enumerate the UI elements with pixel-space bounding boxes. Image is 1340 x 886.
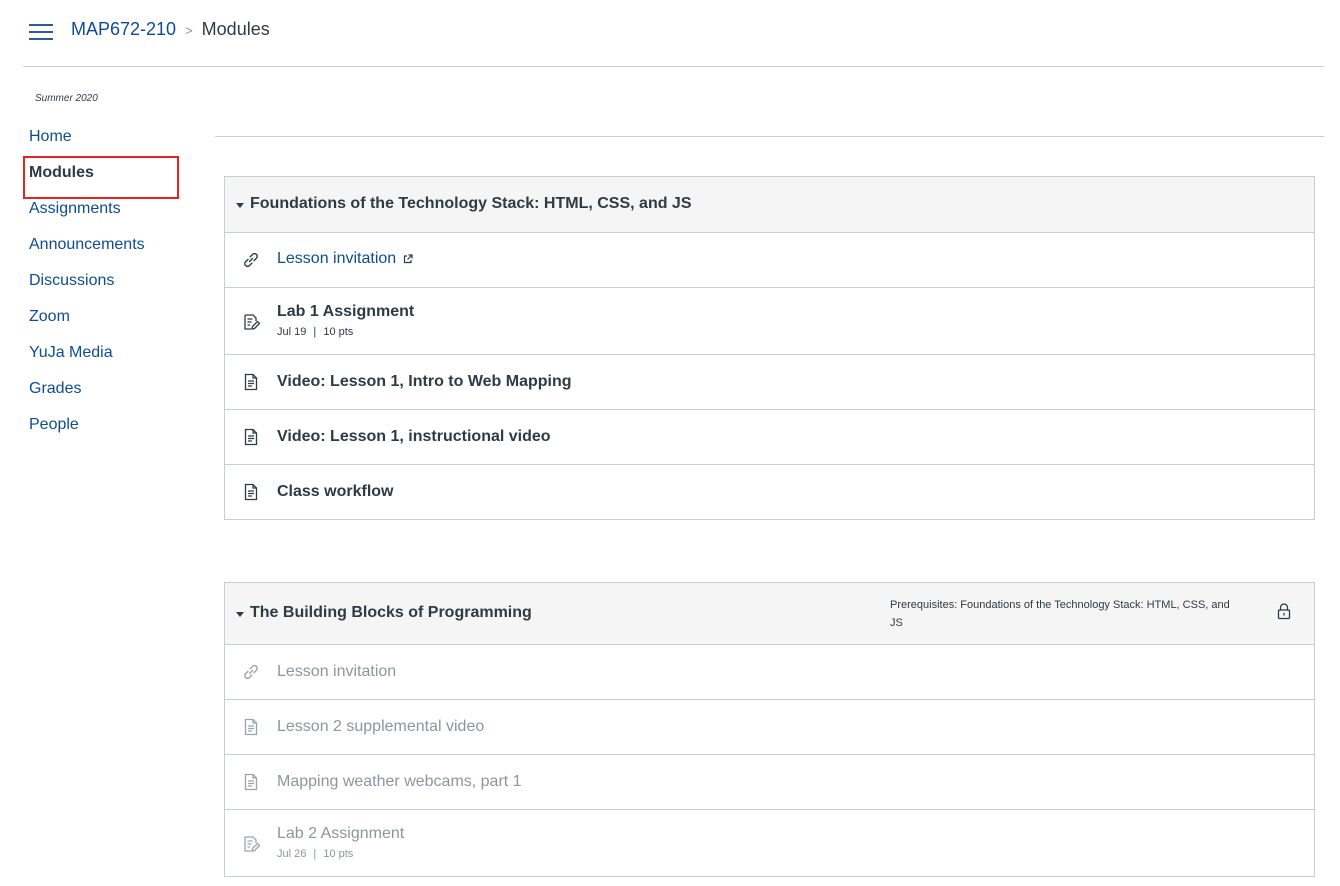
caret-down-icon[interactable] bbox=[236, 612, 244, 617]
course-nav: Home Modules Assignments Announcements D… bbox=[23, 119, 193, 443]
item-title[interactable]: Lab 2 Assignment bbox=[277, 825, 404, 843]
item-title[interactable]: Class workflow bbox=[277, 483, 393, 501]
module-item[interactable]: Video: Lesson 1, Intro to Web Mapping bbox=[225, 355, 1314, 410]
module-1: Foundations of the Technology Stack: HTM… bbox=[224, 176, 1315, 520]
module-title: Foundations of the Technology Stack: HTM… bbox=[250, 195, 692, 212]
meta-divider: | bbox=[313, 326, 317, 338]
lock-icon bbox=[1277, 603, 1291, 620]
item-title[interactable]: Lab 1 Assignment bbox=[277, 303, 414, 321]
breadcrumb-course-link[interactable]: MAP672-210 bbox=[71, 19, 176, 40]
assignment-icon bbox=[244, 314, 260, 330]
sidebar-item-modules[interactable]: Modules bbox=[23, 155, 193, 199]
sidebar-item-home[interactable]: Home bbox=[23, 119, 193, 155]
module-2: The Building Blocks of Programming Prere… bbox=[224, 582, 1315, 877]
assignment-icon bbox=[244, 836, 260, 852]
due-date: Jul 19 bbox=[277, 326, 307, 338]
module-item[interactable]: Lesson invitation bbox=[225, 645, 1314, 700]
prerequisites-text: Prerequisites: Foundations of the Techno… bbox=[890, 599, 1230, 629]
link-icon bbox=[244, 664, 258, 680]
page-icon bbox=[244, 773, 258, 791]
item-meta: Jul 26 | 10 pts bbox=[277, 848, 353, 860]
due-date: Jul 26 bbox=[277, 848, 307, 860]
sidebar-item-people[interactable]: People bbox=[23, 407, 193, 443]
module-item[interactable]: Lesson 2 supplemental video bbox=[225, 700, 1314, 755]
meta-divider: | bbox=[313, 848, 317, 860]
module-item[interactable]: Lesson invitation bbox=[225, 233, 1314, 288]
item-meta: Jul 19 | 10 pts bbox=[277, 326, 353, 338]
sidebar-item-assignments[interactable]: Assignments bbox=[23, 191, 193, 227]
caret-down-icon[interactable] bbox=[236, 203, 244, 208]
page-icon bbox=[244, 483, 258, 501]
item-title: Lesson invitation bbox=[277, 250, 397, 267]
points: 10 pts bbox=[323, 326, 354, 338]
sidebar-item-grades[interactable]: Grades bbox=[23, 371, 193, 407]
breadcrumb-current: Modules bbox=[201, 19, 270, 39]
sidebar-item-label: Modules bbox=[29, 164, 94, 181]
module-title: The Building Blocks of Programming bbox=[250, 604, 532, 621]
module-item[interactable]: Class workflow bbox=[225, 465, 1314, 519]
module-item[interactable]: Video: Lesson 1, instructional video bbox=[225, 410, 1314, 465]
module-header[interactable]: Foundations of the Technology Stack: HTM… bbox=[225, 177, 1314, 233]
content-divider bbox=[215, 136, 1324, 137]
module-item[interactable]: Mapping weather webcams, part 1 bbox=[225, 755, 1314, 810]
item-title[interactable]: Lesson 2 supplemental video bbox=[277, 718, 484, 736]
page-icon bbox=[244, 373, 258, 391]
external-link-icon bbox=[404, 254, 413, 264]
module-item[interactable]: Lab 2 Assignment Jul 26 | 10 pts bbox=[225, 810, 1314, 876]
module-header[interactable]: The Building Blocks of Programming Prere… bbox=[225, 583, 1314, 645]
points: 10 pts bbox=[323, 848, 354, 860]
sidebar-item-announcements[interactable]: Announcements bbox=[23, 227, 193, 263]
breadcrumb: MAP672-210 > Modules bbox=[71, 19, 270, 40]
term-label: Summer 2020 bbox=[35, 93, 98, 104]
link-icon bbox=[244, 252, 258, 268]
top-header: MAP672-210 > Modules bbox=[23, 0, 1324, 67]
item-title[interactable]: Lesson invitation bbox=[277, 663, 396, 681]
module-item[interactable]: Lab 1 Assignment Jul 19 | 10 pts bbox=[225, 288, 1314, 355]
hamburger-icon[interactable] bbox=[29, 23, 53, 41]
sidebar-item-yuja-media[interactable]: YuJa Media bbox=[23, 335, 193, 371]
page-icon bbox=[244, 428, 258, 446]
item-title[interactable]: Video: Lesson 1, Intro to Web Mapping bbox=[277, 373, 572, 391]
breadcrumb-separator: > bbox=[185, 23, 193, 38]
item-title[interactable]: Mapping weather webcams, part 1 bbox=[277, 773, 522, 791]
item-title[interactable]: Video: Lesson 1, instructional video bbox=[277, 428, 551, 446]
item-title-link[interactable]: Lesson invitation bbox=[277, 250, 413, 268]
page-icon bbox=[244, 718, 258, 736]
sidebar-item-zoom[interactable]: Zoom bbox=[23, 299, 193, 335]
sidebar-item-discussions[interactable]: Discussions bbox=[23, 263, 193, 299]
